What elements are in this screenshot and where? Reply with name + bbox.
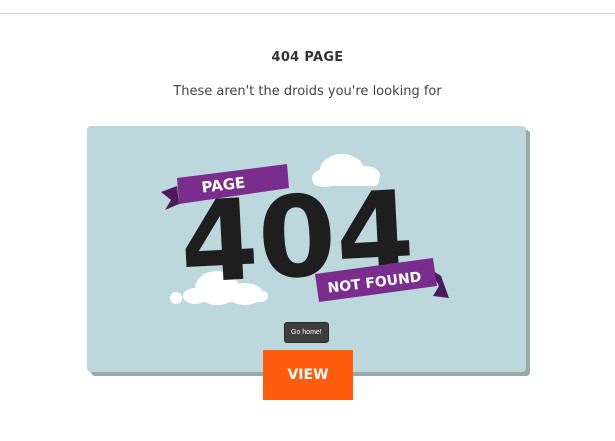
page-title: 404 PAGE <box>271 50 344 65</box>
preview-card: PAGE 404 NOT FOUND Go home! <box>87 126 526 372</box>
view-button[interactable]: VIEW <box>263 350 353 400</box>
header-divider <box>0 13 615 14</box>
go-home-button[interactable]: Go home! <box>284 322 329 343</box>
page-subtitle: These aren't the droids you're looking f… <box>173 84 442 99</box>
